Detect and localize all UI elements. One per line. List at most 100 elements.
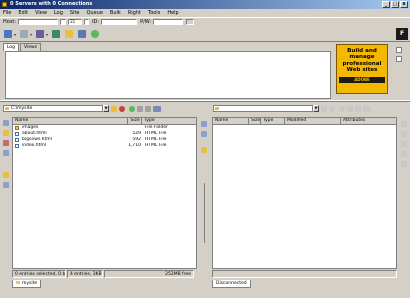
menu-edit[interactable]: Edit [18, 10, 28, 16]
transfer-icon[interactable] [35, 29, 45, 39]
menu-bar: File Edit View Log Site Queue Bulk Right… [0, 9, 410, 17]
local-side-toolbar [1, 116, 11, 266]
horizontal-splitter[interactable] [0, 100, 410, 102]
menu-right[interactable]: Right [128, 10, 141, 16]
remote-tool-icon[interactable] [401, 121, 407, 127]
local-forward-icon[interactable] [145, 105, 151, 112]
vertical-splitter[interactable] [203, 183, 205, 243]
maximize-button[interactable]: □ [391, 1, 399, 8]
ad-strip: ADOBE DREAMWEAVER [339, 76, 385, 88]
host-dropdown-icon[interactable] [60, 19, 67, 25]
column-name[interactable]: Name [213, 118, 249, 124]
folder-icon [15, 126, 19, 130]
menu-tools[interactable]: Tools [148, 10, 160, 16]
disconnect-dropdown-icon[interactable]: ▾ [30, 32, 32, 37]
remote-tool-icon[interactable] [401, 161, 407, 167]
remote-column-header: Name Size Type Modified Attributes [213, 118, 396, 125]
menu-help[interactable]: Help [167, 10, 178, 16]
local-view-icon[interactable] [153, 105, 161, 112]
remote-tool-icon[interactable] [401, 151, 407, 157]
remote-back-icon[interactable] [347, 105, 353, 112]
local-site-tab[interactable]: mysite [12, 280, 42, 288]
menu-site[interactable]: Site [70, 10, 80, 16]
local-stop-icon[interactable] [119, 105, 125, 112]
remote-status [212, 270, 397, 278]
remote-side-toolbar [399, 117, 409, 267]
password-label: P/W: [140, 19, 152, 25]
remote-up-folder-icon[interactable] [321, 105, 327, 112]
refresh-icon[interactable] [90, 29, 100, 39]
local-site-tab-label: mysite [22, 281, 38, 286]
column-type[interactable]: Type [142, 118, 196, 124]
local-refresh-icon[interactable] [129, 105, 135, 112]
remote-folder-icon [215, 107, 219, 110]
column-modified[interactable]: Modified [285, 118, 341, 124]
window-title: 0 Servers with 0 Connections [10, 1, 93, 7]
transfer-right-icon[interactable] [201, 121, 207, 127]
local-tool-icon[interactable] [3, 140, 9, 146]
transfer-dropdown-icon[interactable]: ▾ [46, 32, 48, 37]
disconnect-icon[interactable] [19, 29, 29, 39]
tab-log[interactable]: Log [3, 43, 20, 51]
connect-arrow-icon[interactable] [186, 19, 195, 25]
local-tool-icon[interactable] [3, 150, 9, 156]
remote-site-tab-label: Disconnected [216, 281, 247, 286]
remote-refresh-icon[interactable] [339, 105, 345, 112]
remote-stop-icon[interactable] [329, 105, 335, 112]
remote-view-icon[interactable] [363, 105, 371, 112]
local-path-dropdown-icon[interactable]: ▼ [103, 105, 109, 112]
column-size[interactable]: Size [128, 118, 143, 124]
log-option-checkbox[interactable] [396, 47, 402, 53]
port-spin-icon[interactable] [84, 19, 90, 25]
drive-icon [5, 107, 9, 110]
local-tool-icon[interactable] [3, 120, 9, 126]
menu-queue[interactable]: Queue [86, 10, 102, 16]
file-row[interactable]: index.html 1,710 HTML File [13, 143, 196, 149]
remote-path-input[interactable] [213, 105, 313, 112]
host-input[interactable] [18, 19, 59, 25]
app-icon [2, 2, 7, 7]
html-file-icon [15, 144, 19, 148]
site-manager-icon[interactable] [51, 29, 61, 39]
local-tool-icon[interactable] [3, 172, 9, 178]
menu-log[interactable]: Log [54, 10, 63, 16]
log-option-checkbox[interactable] [396, 56, 402, 62]
tab-views[interactable]: Views [20, 43, 42, 51]
id-input[interactable] [101, 19, 138, 25]
menu-bulk[interactable]: Bulk [110, 10, 121, 16]
queue-icon[interactable] [77, 29, 87, 39]
port-input[interactable]: 21 [68, 19, 83, 25]
remote-tool-icon[interactable] [401, 131, 407, 137]
connect-dropdown-icon[interactable]: ▾ [14, 32, 16, 37]
remote-tool-icon[interactable] [401, 141, 407, 147]
menu-view[interactable]: View [35, 10, 47, 16]
column-attributes[interactable]: Attributes [341, 118, 396, 124]
html-file-icon [15, 132, 19, 136]
local-path-input[interactable]: C:\mysite [3, 105, 103, 112]
column-name[interactable]: Name [13, 118, 129, 124]
local-tool-icon[interactable] [3, 130, 9, 136]
minimize-button[interactable]: _ [382, 1, 390, 8]
id-label: ID: [92, 19, 100, 25]
transfer-side-toolbar [199, 117, 209, 269]
app-logo-icon: F [396, 28, 408, 40]
open-folder-icon[interactable] [64, 29, 74, 39]
remote-path-dropdown-icon[interactable]: ▼ [313, 105, 319, 112]
local-back-icon[interactable] [137, 105, 143, 112]
column-type[interactable]: Type [261, 118, 285, 124]
remote-site-tab[interactable]: Disconnected [212, 280, 251, 288]
title-bar: 0 Servers with 0 Connections _ □ x [0, 0, 410, 9]
local-up-folder-icon[interactable] [111, 105, 117, 112]
ad-banner[interactable]: Build and manage professional Web sites … [336, 44, 388, 94]
remote-forward-icon[interactable] [355, 105, 361, 112]
transfer-tool-icon[interactable] [201, 147, 207, 153]
column-size[interactable]: Size [249, 118, 261, 124]
local-tool-icon[interactable] [3, 182, 9, 188]
quick-connect-bar: Host: 21 ID: P/W: [0, 17, 410, 26]
connect-icon[interactable] [3, 29, 13, 39]
transfer-left-icon[interactable] [201, 131, 207, 137]
remote-path-bar: ▼ [213, 104, 371, 113]
menu-file[interactable]: File [3, 10, 11, 16]
close-button[interactable]: x [400, 1, 408, 8]
password-input[interactable] [153, 19, 184, 25]
